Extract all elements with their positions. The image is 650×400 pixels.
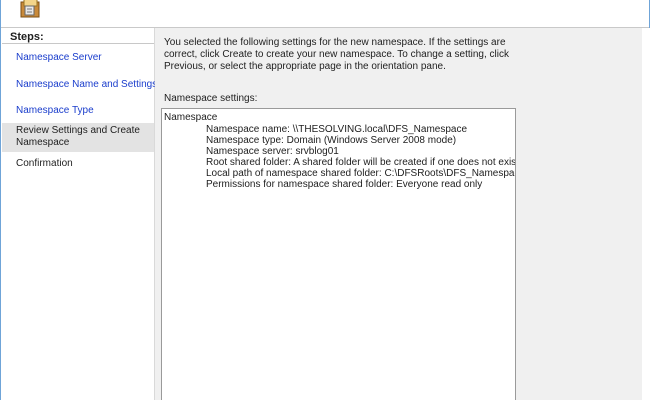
setting-root-shared-folder: Root shared folder: A shared folder will…: [206, 157, 516, 168]
setting-local-path: Local path of namespace shared folder: C…: [206, 168, 516, 179]
steps-heading: Steps:: [10, 31, 44, 43]
setting-namespace-server: Namespace server: srvblog01: [206, 146, 339, 157]
step-review-settings-current: Review Settings and Create Namespace: [2, 123, 154, 152]
steps-divider: [2, 43, 154, 44]
setting-namespace-type: Namespace type: Domain (Windows Server 2…: [206, 135, 457, 146]
wizard-header: [1, 0, 649, 28]
step-confirmation: Confirmation: [16, 158, 73, 169]
wizard-window: Steps: Namespace Server Namespace Name a…: [0, 0, 650, 400]
setting-namespace-name: Namespace name: \\THESOLVING.local\DFS_N…: [206, 124, 468, 135]
step-namespace-type[interactable]: Namespace Type: [16, 105, 94, 116]
setting-permissions: Permissions for namespace shared folder:…: [206, 179, 483, 190]
step-review-settings-label: Review Settings and Create Namespace: [16, 125, 140, 148]
intro-text: You selected the following settings for …: [164, 37, 509, 72]
window-right-edge: [642, 28, 650, 400]
steps-pane: Steps: Namespace Server Namespace Name a…: [2, 28, 157, 400]
namespace-wizard-icon: [15, 0, 45, 22]
namespace-settings-textbox[interactable]: Namespace Namespace name: \\THESOLVING.l…: [161, 108, 516, 400]
settings-root-line: Namespace: [164, 112, 218, 123]
content-pane: You selected the following settings for …: [155, 28, 642, 400]
step-namespace-name-and-settings[interactable]: Namespace Name and Settings: [16, 79, 157, 90]
step-namespace-server[interactable]: Namespace Server: [16, 52, 102, 63]
namespace-settings-label: Namespace settings:: [164, 93, 258, 104]
